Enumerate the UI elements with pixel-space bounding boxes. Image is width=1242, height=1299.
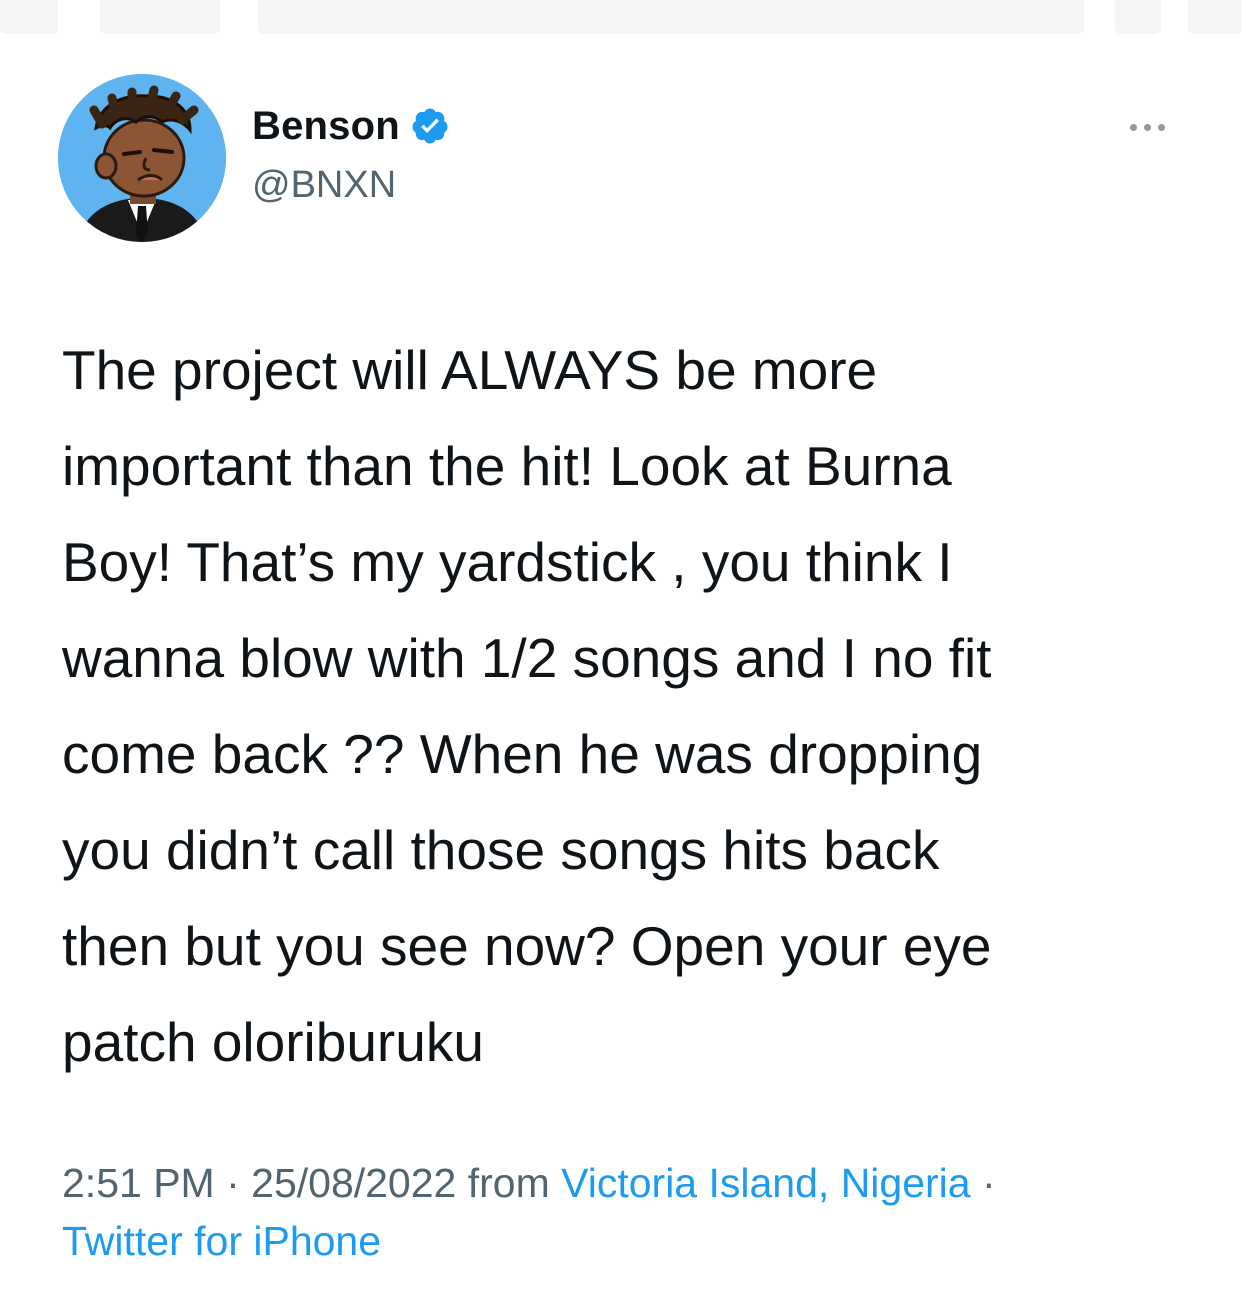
avatar[interactable] xyxy=(58,74,226,242)
more-dots-icon xyxy=(1143,123,1151,131)
tweet-metadata: 2:51 PM · 25/08/2022 from Victoria Islan… xyxy=(62,1154,1202,1270)
display-name[interactable]: Benson xyxy=(252,104,400,149)
top-bar-segment xyxy=(1115,0,1161,34)
more-dots-icon xyxy=(1129,123,1137,131)
cartoon-avatar-icon xyxy=(58,74,226,242)
from-label: from xyxy=(456,1160,562,1206)
tweet-text: The project will ALWAYS be more importan… xyxy=(62,339,992,1073)
top-bar-segment xyxy=(0,0,58,34)
more-dots-icon xyxy=(1157,123,1165,131)
meta-separator: · xyxy=(214,1160,252,1206)
tweet-location-link[interactable]: Victoria Island, Nigeria xyxy=(561,1160,970,1206)
user-handle[interactable]: @BNXN xyxy=(252,164,396,207)
tweet-source-link[interactable]: Twitter for iPhone xyxy=(62,1218,381,1264)
top-bar-segment xyxy=(100,0,220,34)
top-bar-segment xyxy=(1188,0,1242,34)
display-name-row[interactable]: Benson xyxy=(252,100,450,152)
tweet-date[interactable]: 25/08/2022 xyxy=(251,1160,456,1206)
top-bar-segment xyxy=(258,0,1084,34)
more-options-button[interactable] xyxy=(1112,110,1182,144)
tweet-time[interactable]: 2:51 PM xyxy=(62,1160,215,1206)
meta-separator: · xyxy=(970,1160,996,1206)
verified-badge-icon xyxy=(410,106,450,146)
top-bar xyxy=(0,0,1242,36)
